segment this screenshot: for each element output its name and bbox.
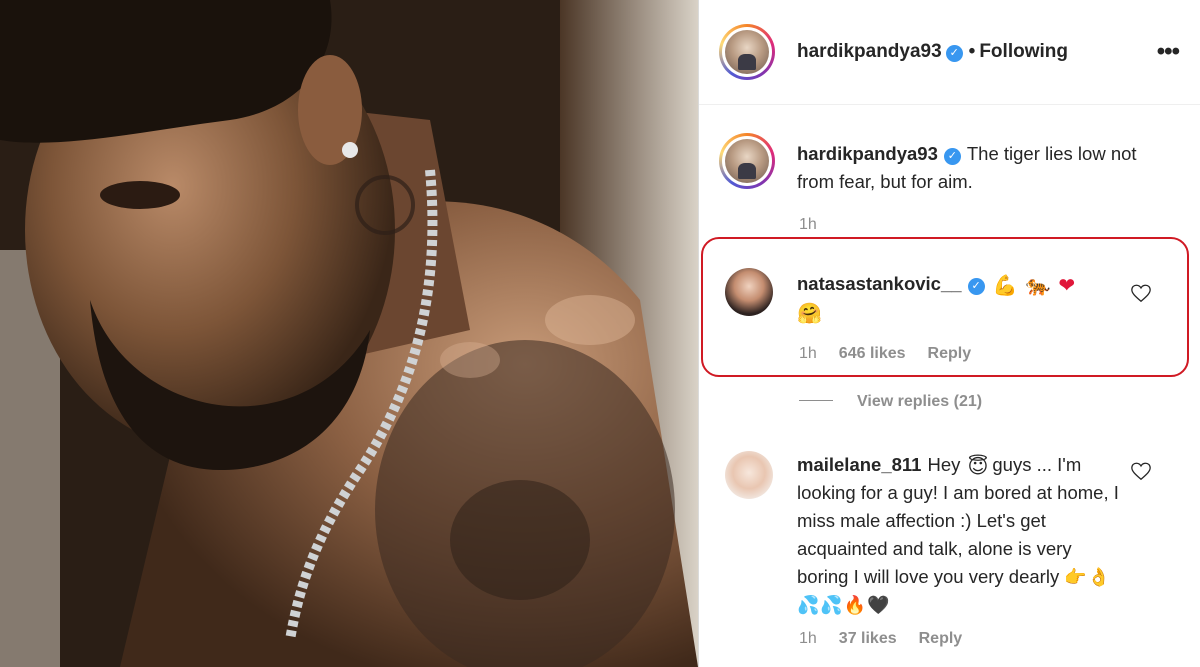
comment-text-part-1: Hey bbox=[927, 454, 961, 475]
comment-meta-maile: 1h 37 likes Reply bbox=[799, 630, 984, 648]
comment-time[interactable]: 1h bbox=[799, 345, 817, 362]
verified-badge-icon: ✓ bbox=[967, 278, 985, 295]
author-username[interactable]: hardikpandya93 bbox=[797, 41, 942, 62]
halo-face-emoji-icon: 😇 bbox=[967, 456, 989, 478]
comment-likes[interactable]: 646 likes bbox=[839, 345, 906, 362]
comment-username[interactable]: natasastankovic__ bbox=[797, 273, 962, 294]
post-side-panel: hardikpandya93 ✓ • Following ••• hardikpand… bbox=[698, 0, 1200, 667]
view-replies-label: View replies (21) bbox=[857, 393, 983, 410]
view-replies-button[interactable]: View replies (21) bbox=[799, 393, 982, 411]
comment-likes[interactable]: 37 likes bbox=[839, 630, 897, 647]
comment-avatar-natasa[interactable] bbox=[725, 268, 773, 316]
header-user-line: hardikpandya93 ✓ • Following bbox=[797, 41, 1068, 63]
hugging-face-emoji-icon: 🤗 bbox=[797, 303, 822, 325]
follow-status-button[interactable]: Following bbox=[979, 41, 1068, 62]
comment-avatar-maile[interactable] bbox=[725, 451, 773, 499]
more-options-icon[interactable]: ••• bbox=[1157, 38, 1180, 66]
caption-avatar-story-ring[interactable] bbox=[719, 133, 775, 189]
caption: hardikpandya93 ✓ The tiger lies low not fr… bbox=[797, 140, 1177, 196]
caption-meta: 1h bbox=[799, 216, 839, 234]
comment-time[interactable]: 1h bbox=[799, 630, 817, 647]
post-photo[interactable] bbox=[0, 0, 698, 667]
reply-button[interactable]: Reply bbox=[919, 630, 963, 647]
post-image-illustration bbox=[0, 0, 698, 667]
flexed-biceps-emoji-icon: 💪 bbox=[992, 275, 1018, 297]
caption-username[interactable]: hardikpandya93 bbox=[797, 143, 938, 164]
author-avatar-story-ring[interactable] bbox=[719, 24, 775, 80]
comment-meta-natasa: 1h 646 likes Reply bbox=[799, 345, 993, 363]
comment-maile: mailelane_811 Hey 😇 guys ... I'm looking f… bbox=[797, 451, 1127, 619]
separator-dot: • bbox=[968, 41, 976, 62]
like-comment-heart-icon[interactable] bbox=[1130, 460, 1152, 482]
caption-time[interactable]: 1h bbox=[799, 216, 817, 233]
red-heart-emoji-icon: ❤ bbox=[1058, 275, 1076, 297]
view-replies-line bbox=[799, 400, 833, 401]
post-header: hardikpandya93 ✓ • Following ••• bbox=[699, 0, 1200, 105]
verified-badge-icon: ✓ bbox=[943, 148, 961, 165]
comment-username[interactable]: mailelane_811 bbox=[797, 454, 921, 475]
tiger-emoji-icon: 🐅 bbox=[1025, 275, 1051, 297]
caption-avatar bbox=[725, 139, 769, 183]
like-comment-heart-icon[interactable] bbox=[1130, 282, 1152, 304]
reply-button[interactable]: Reply bbox=[928, 345, 972, 362]
comment-natasa: natasastankovic__ ✓ 💪 🐅 ❤ 🤗 bbox=[797, 270, 1127, 326]
verified-badge-icon: ✓ bbox=[945, 45, 963, 62]
author-avatar bbox=[725, 30, 769, 74]
